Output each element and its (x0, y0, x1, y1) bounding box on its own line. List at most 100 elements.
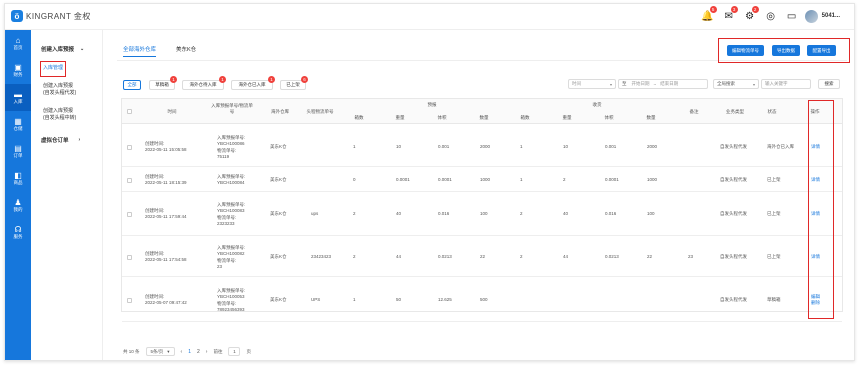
sidebar-item-products[interactable]: ◧ 商品 (5, 165, 31, 192)
message-icon[interactable]: ✉ 3 (721, 6, 738, 24)
row-checkbox[interactable] (127, 212, 132, 217)
chevron-right-icon: › (78, 137, 81, 143)
sidebar-item-orders[interactable]: ▤ 订单 (5, 138, 31, 165)
sidebar-item-mine[interactable]: ♟ 我的 (5, 192, 31, 219)
submenu-group-create[interactable]: 创建入库预报 ⌄ (41, 45, 84, 53)
row-checkbox[interactable] (127, 255, 132, 260)
col-time: 时间 (167, 109, 177, 114)
row-time: 创建时间: 2022-05-11 17:54:58 (145, 251, 187, 263)
col-order-no: 入库预报单号/物流单号 (211, 103, 253, 114)
filter-shelved[interactable]: 已上架 6 (280, 76, 308, 90)
row-warehouse: 美东K仓 (270, 211, 287, 216)
brand-name: KINGRANT 金权 (26, 11, 91, 21)
logo[interactable]: ö KINGRANT 金权 (11, 10, 91, 22)
table-row: 创建时间: 2022-05-07 09:47:42 入库预报单号: YBCH10005… (122, 277, 842, 322)
filter-received[interactable]: 海外仓已入库 1 (231, 76, 275, 90)
keyword-input[interactable]: 输入关键字 (761, 79, 811, 89)
username[interactable]: 5041... (822, 13, 840, 19)
page-unit-label: 页 (246, 348, 251, 354)
row-time: 创建时间: 2022-05-11 15:05:58 (145, 141, 187, 153)
inbound-table: 时间 入库预报单号/物流单号 海外仓库 头程物流单号 预报 收货 箱数 重量 体… (121, 98, 843, 322)
submenu-item-create-direct[interactable]: 创建入库预报 (自发头程代发) (43, 83, 76, 97)
next-page-button[interactable]: › (206, 349, 208, 355)
chevron-down-icon: ▾ (609, 81, 612, 87)
row-order-no: 入库预报单号: YBCH100083 物流单号: 2323233 (217, 202, 246, 226)
page-size-select[interactable]: 5条/页 ▾ (145, 347, 175, 356)
col-forecast: 预报 (427, 102, 437, 107)
sidebar-item-finance[interactable]: ▣ 财务 (5, 57, 31, 84)
submenu-item-create-transfer[interactable]: 创建入库预报 (自发头程中转) (43, 108, 76, 122)
row-r-weight: 44 (563, 254, 569, 259)
date-range-input[interactable]: 至开始日期 ~ 结束日期 (618, 79, 708, 89)
row-r-qty: 2000 (647, 144, 658, 149)
row-f-volume: 0.0213 (438, 254, 452, 259)
sidebar-item-service[interactable]: ☊ 服务 (5, 219, 31, 246)
headset-icon: ☊ (14, 225, 22, 234)
row-biz: 自发头程代发 (720, 144, 747, 149)
row-f-volume: 0.016 (438, 211, 450, 216)
row-f-weight: 40 (396, 211, 402, 216)
col-f-weight: 重量 (395, 115, 405, 120)
chevron-down-icon: ▾ (752, 81, 755, 87)
row-checkbox[interactable] (127, 145, 132, 150)
row-checkbox[interactable] (127, 298, 132, 303)
row-f-box: 1 (353, 144, 356, 149)
row-checkbox[interactable] (127, 178, 132, 183)
row-order-no: 入库预报单号: YBCH100084 (217, 174, 246, 186)
row-f-qty: 100 (480, 211, 488, 216)
sidebar-item-storage[interactable]: ▦ 仓储 (5, 111, 31, 138)
prev-page-button[interactable]: ‹ (181, 349, 183, 355)
row-status: 已上架 (767, 211, 781, 216)
row-r-box: 2 (520, 254, 523, 259)
page-2-button[interactable]: 2 (197, 349, 200, 355)
tab-all-warehouses[interactable]: 全部海外仓库 (123, 45, 157, 57)
col-status: 状态 (767, 109, 777, 114)
select-all-checkbox[interactable] (127, 109, 132, 114)
row-r-box: 1 (520, 144, 523, 149)
col-biz-type: 业务类型 (726, 109, 744, 114)
search-field-select[interactable]: 全局搜索 ▾ (713, 79, 759, 89)
col-f-box: 箱数 (354, 115, 364, 120)
avatar[interactable] (804, 9, 818, 23)
logo-mark: ö (11, 10, 23, 22)
row-r-qty: 100 (647, 211, 655, 216)
row-f-qty: 500 (480, 297, 488, 302)
received-count-badge: 1 (268, 76, 275, 83)
filter-draft[interactable]: 草稿箱 1 (149, 76, 177, 90)
filter-pending-inbound[interactable]: 海外仓待入库 1 (182, 76, 226, 90)
inbound-icon: ▬ (14, 90, 22, 99)
row-r-weight: 2 (563, 177, 566, 182)
row-status: 已上架 (767, 254, 781, 259)
table-header: 时间 入库预报单号/物流单号 海外仓库 头程物流单号 预报 收货 箱数 重量 体… (122, 99, 842, 124)
tab-us-east-k[interactable]: 美东K仓 (176, 45, 196, 57)
col-received: 收货 (592, 102, 602, 107)
row-f-qty: 22 (480, 254, 486, 259)
goto-page-input[interactable]: 1 (228, 347, 241, 356)
orders-icon: ▤ (14, 144, 22, 153)
time-select[interactable]: 时间 ▾ (568, 79, 616, 89)
row-order-no: 入库预报单号: YBCH100086 物流单号: 75119 (217, 135, 246, 159)
row-f-volume: 0.001 (438, 144, 450, 149)
globe-icon[interactable]: ◎ (763, 8, 779, 24)
filter-all[interactable]: 全部 (123, 80, 141, 90)
sidebar-item-inbound[interactable]: ▬ 入库 (5, 84, 31, 111)
row-logistics: ups (311, 211, 319, 216)
top-bar: ö KINGRANT 金权 🔔 5 ✉ 3 ⚙ 2 ◎ ▭ 5041... (5, 4, 854, 30)
bell-icon[interactable]: 🔔 5 (700, 6, 717, 24)
row-warehouse: 美东K仓 (270, 254, 287, 259)
col-r-box: 箱数 (520, 115, 530, 120)
row-r-weight: 40 (563, 211, 569, 216)
sidebar-item-home[interactable]: ⌂ 首页 (5, 30, 31, 57)
row-f-qty: 2000 (480, 144, 491, 149)
submenu-group-virtual[interactable]: 虚拟仓订单 › (41, 136, 80, 144)
page-1-button[interactable]: 1 (188, 349, 191, 355)
col-r-volume: 体积 (604, 115, 614, 120)
warehouse-tabs: 全部海外仓库 美东K仓 (123, 45, 196, 57)
row-status: 草稿箱 (767, 297, 781, 302)
monitor-icon[interactable]: ▭ (784, 8, 800, 24)
row-f-box: 2 (353, 211, 356, 216)
col-r-weight: 重量 (562, 115, 572, 120)
alert-icon[interactable]: ⚙ 2 (742, 6, 759, 24)
row-r-qty: 1000 (647, 177, 658, 182)
search-button[interactable]: 搜索 (818, 79, 840, 89)
